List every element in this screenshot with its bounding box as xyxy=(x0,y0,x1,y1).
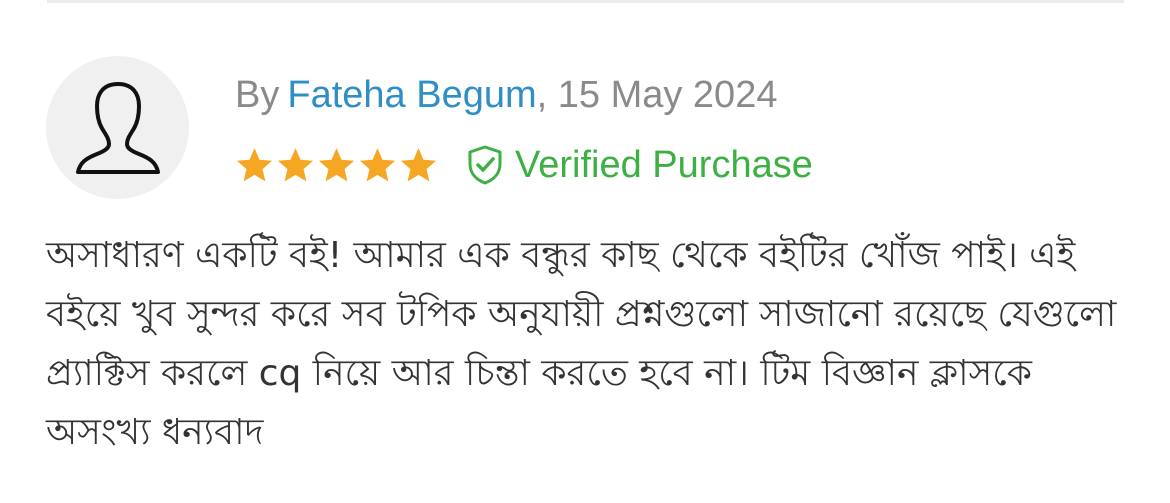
shield-check-icon xyxy=(468,145,502,185)
verified-purchase-label: Verified Purchase xyxy=(515,144,813,186)
rating-row: Verified Purchase xyxy=(234,140,813,190)
top-divider xyxy=(47,0,1124,3)
avatar xyxy=(46,56,189,199)
verified-badge: Verified Purchase xyxy=(465,140,813,190)
star-icon xyxy=(400,147,437,181)
star-icon xyxy=(318,147,355,181)
star-icon xyxy=(359,147,396,181)
review-meta: By Fateha Begum, 15 May 2024 xyxy=(235,70,777,120)
star-rating xyxy=(234,145,439,186)
star-icon xyxy=(277,147,314,181)
author-link[interactable]: Fateha Begum xyxy=(287,74,536,116)
review-date: 15 May 2024 xyxy=(557,74,778,116)
date-separator: , xyxy=(536,74,548,116)
star-icon xyxy=(236,147,273,181)
user-silhouette-icon xyxy=(75,81,160,174)
review-text: অসাধারণ একটি বই! আমার এক বন্ধুর কাছ থেকে… xyxy=(46,235,1117,453)
by-label: By xyxy=(235,74,280,116)
